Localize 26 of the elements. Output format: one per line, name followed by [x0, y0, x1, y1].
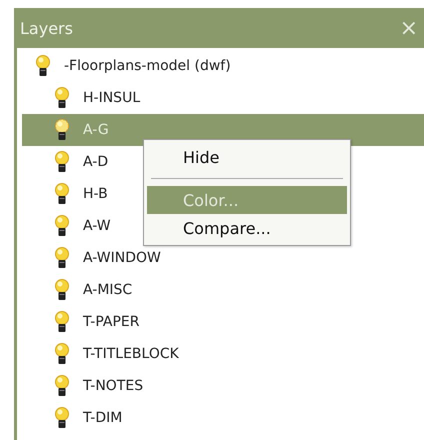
tree-item[interactable]: T-PAPER [83, 314, 140, 330]
tree-item[interactable]: H-INSUL [83, 90, 140, 106]
light-bulb-icon[interactable] [36, 55, 50, 77]
light-bulb-icon[interactable] [55, 375, 69, 397]
light-bulb-icon[interactable] [55, 87, 69, 109]
light-bulb-icon[interactable] [55, 279, 69, 301]
menu-item[interactable]: Compare... [147, 214, 347, 242]
tree-item[interactable]: A-WINDOW [83, 250, 161, 266]
light-bulb-icon[interactable] [55, 151, 69, 173]
tree-item[interactable]: -Floorplans-model (dwf) [64, 58, 231, 74]
light-bulb-icon[interactable] [55, 215, 69, 237]
panel-title: Layers [20, 18, 73, 38]
light-bulb-icon[interactable] [55, 183, 69, 205]
light-bulb-icon[interactable] [55, 247, 69, 269]
light-bulb-icon[interactable] [55, 343, 69, 365]
tree-item[interactable]: T-TITLEBLOCK [83, 346, 179, 362]
light-bulb-icon[interactable] [55, 311, 69, 333]
tree-item[interactable]: H-B [83, 186, 108, 202]
tree-item[interactable]: A-D [83, 154, 108, 170]
tree-item[interactable]: A-W [83, 218, 111, 234]
light-bulb-icon[interactable] [55, 119, 69, 141]
tree-item[interactable]: T-NOTES [83, 378, 144, 394]
tree-item[interactable]: A-MISC [83, 282, 132, 298]
menu-item[interactable]: Hide [147, 143, 347, 171]
tree-item[interactable]: T-DIM [83, 410, 122, 426]
light-bulb-icon[interactable] [55, 407, 69, 429]
